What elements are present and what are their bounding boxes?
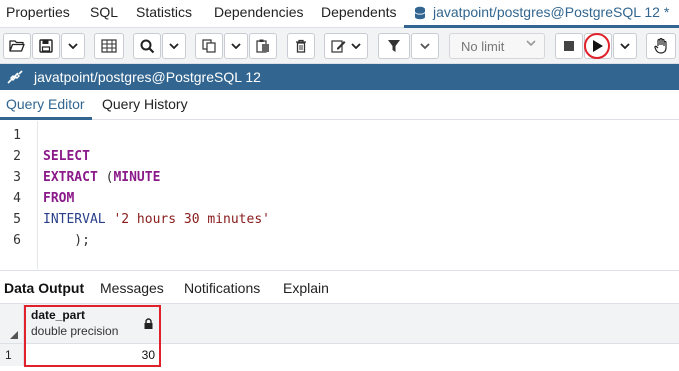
edit-button[interactable] xyxy=(324,33,368,59)
tab-notifications[interactable]: Notifications xyxy=(184,280,260,296)
stop-icon xyxy=(564,41,574,51)
copy-button[interactable] xyxy=(195,33,223,59)
save-button[interactable] xyxy=(32,33,60,59)
save-dropdown-button[interactable] xyxy=(61,33,85,59)
edit-data-button[interactable] xyxy=(94,33,124,59)
database-icon xyxy=(414,6,426,20)
execute-highlight-circle xyxy=(584,33,610,59)
filter-icon xyxy=(388,40,400,52)
tab-messages[interactable]: Messages xyxy=(100,280,164,296)
header-filler xyxy=(160,304,679,344)
paste-icon xyxy=(256,39,269,53)
line-number-gutter: 1 2 3 4 5 6 xyxy=(0,121,38,269)
line-number: 1 xyxy=(13,128,21,143)
code-line: EXTRACT (MINUTE xyxy=(43,170,160,185)
code-token: EXTRACT xyxy=(43,170,98,185)
tab-explain[interactable]: Explain xyxy=(283,280,329,296)
tab-data-output[interactable]: Data Output xyxy=(4,280,84,296)
editor-tabs-bar: Query Editor Query History xyxy=(0,90,679,120)
query-toolbar: No limit xyxy=(0,28,679,64)
cancel-query-button[interactable] xyxy=(555,33,583,59)
connection-label: javatpoint/postgres@PostgreSQL 12 xyxy=(34,69,261,85)
paste-button[interactable] xyxy=(249,33,277,59)
find-dropdown-button[interactable] xyxy=(162,33,186,59)
code-token: ( xyxy=(97,170,114,185)
active-editor-tab-indicator xyxy=(0,117,92,120)
row-limit-value: No limit xyxy=(461,39,505,54)
macros-button[interactable] xyxy=(646,33,676,59)
chevron-down-icon xyxy=(420,43,430,49)
code-line: INTERVAL '2 hours 30 minutes' xyxy=(43,212,270,227)
code-token: '2 hours 30 minutes' xyxy=(113,212,270,227)
code-token: SELECT xyxy=(43,149,90,164)
execute-dropdown-button[interactable] xyxy=(613,33,637,59)
grid-icon xyxy=(101,39,117,53)
chevron-down-icon xyxy=(231,43,241,49)
sql-editor[interactable]: 1 2 3 4 5 6 SELECT EXTRACT (MINUTE FROM … xyxy=(0,121,679,269)
tab-statistics[interactable]: Statistics xyxy=(136,4,192,20)
tab-sql[interactable]: SQL xyxy=(90,4,118,20)
code-token: ); xyxy=(43,233,90,248)
connection-icon[interactable] xyxy=(6,69,24,85)
panel-tabs-bar: Properties SQL Statistics Dependencies D… xyxy=(0,0,679,28)
code-line: ); xyxy=(43,233,90,248)
row-number[interactable]: 1 xyxy=(0,344,24,366)
line-number: 4 xyxy=(13,191,21,206)
connection-bar: javatpoint/postgres@PostgreSQL 12 xyxy=(0,64,679,90)
select-all-corner[interactable] xyxy=(0,304,24,344)
tab-query-tool[interactable]: javatpoint/postgres@PostgreSQL 12 * xyxy=(433,4,669,20)
line-number: 3 xyxy=(13,170,21,185)
find-button[interactable] xyxy=(133,33,161,59)
row-limit-select[interactable]: No limit xyxy=(449,33,545,59)
delete-button[interactable] xyxy=(287,33,315,59)
save-icon xyxy=(39,39,53,53)
filter-dropdown-button[interactable] xyxy=(411,33,439,59)
chevron-down-icon xyxy=(351,43,361,49)
corner-triangle-icon xyxy=(10,331,18,339)
delete-icon xyxy=(296,39,306,53)
line-number: 2 xyxy=(13,149,21,164)
tab-properties[interactable]: Properties xyxy=(6,4,70,20)
line-number: 5 xyxy=(13,212,21,227)
code-token: MINUTE xyxy=(113,170,161,185)
edit-icon xyxy=(331,40,346,53)
chevron-down-icon xyxy=(620,43,630,49)
line-number: 6 xyxy=(13,233,21,248)
open-folder-icon xyxy=(9,40,25,52)
results-tabs-bar: Data Output Messages Notifications Expla… xyxy=(0,270,679,304)
chevron-down-icon xyxy=(68,43,78,49)
chevron-down-icon xyxy=(526,40,536,46)
copy-dropdown-button[interactable] xyxy=(224,33,248,59)
tab-query-history[interactable]: Query History xyxy=(102,96,188,112)
search-icon xyxy=(140,39,154,53)
code-line: FROM xyxy=(43,191,74,206)
code-token: FROM xyxy=(43,191,75,206)
result-highlight-box xyxy=(24,305,161,367)
tab-dependents[interactable]: Dependents xyxy=(321,4,397,20)
code-token: INTERVAL xyxy=(43,212,114,227)
tab-dependencies[interactable]: Dependencies xyxy=(214,4,304,20)
copy-icon xyxy=(202,39,216,53)
code-line: SELECT xyxy=(43,149,90,164)
open-file-button[interactable] xyxy=(3,33,31,59)
hand-icon xyxy=(654,38,667,54)
chevron-down-icon xyxy=(169,43,179,49)
tab-query-editor[interactable]: Query Editor xyxy=(6,96,85,112)
filter-button[interactable] xyxy=(378,33,410,59)
